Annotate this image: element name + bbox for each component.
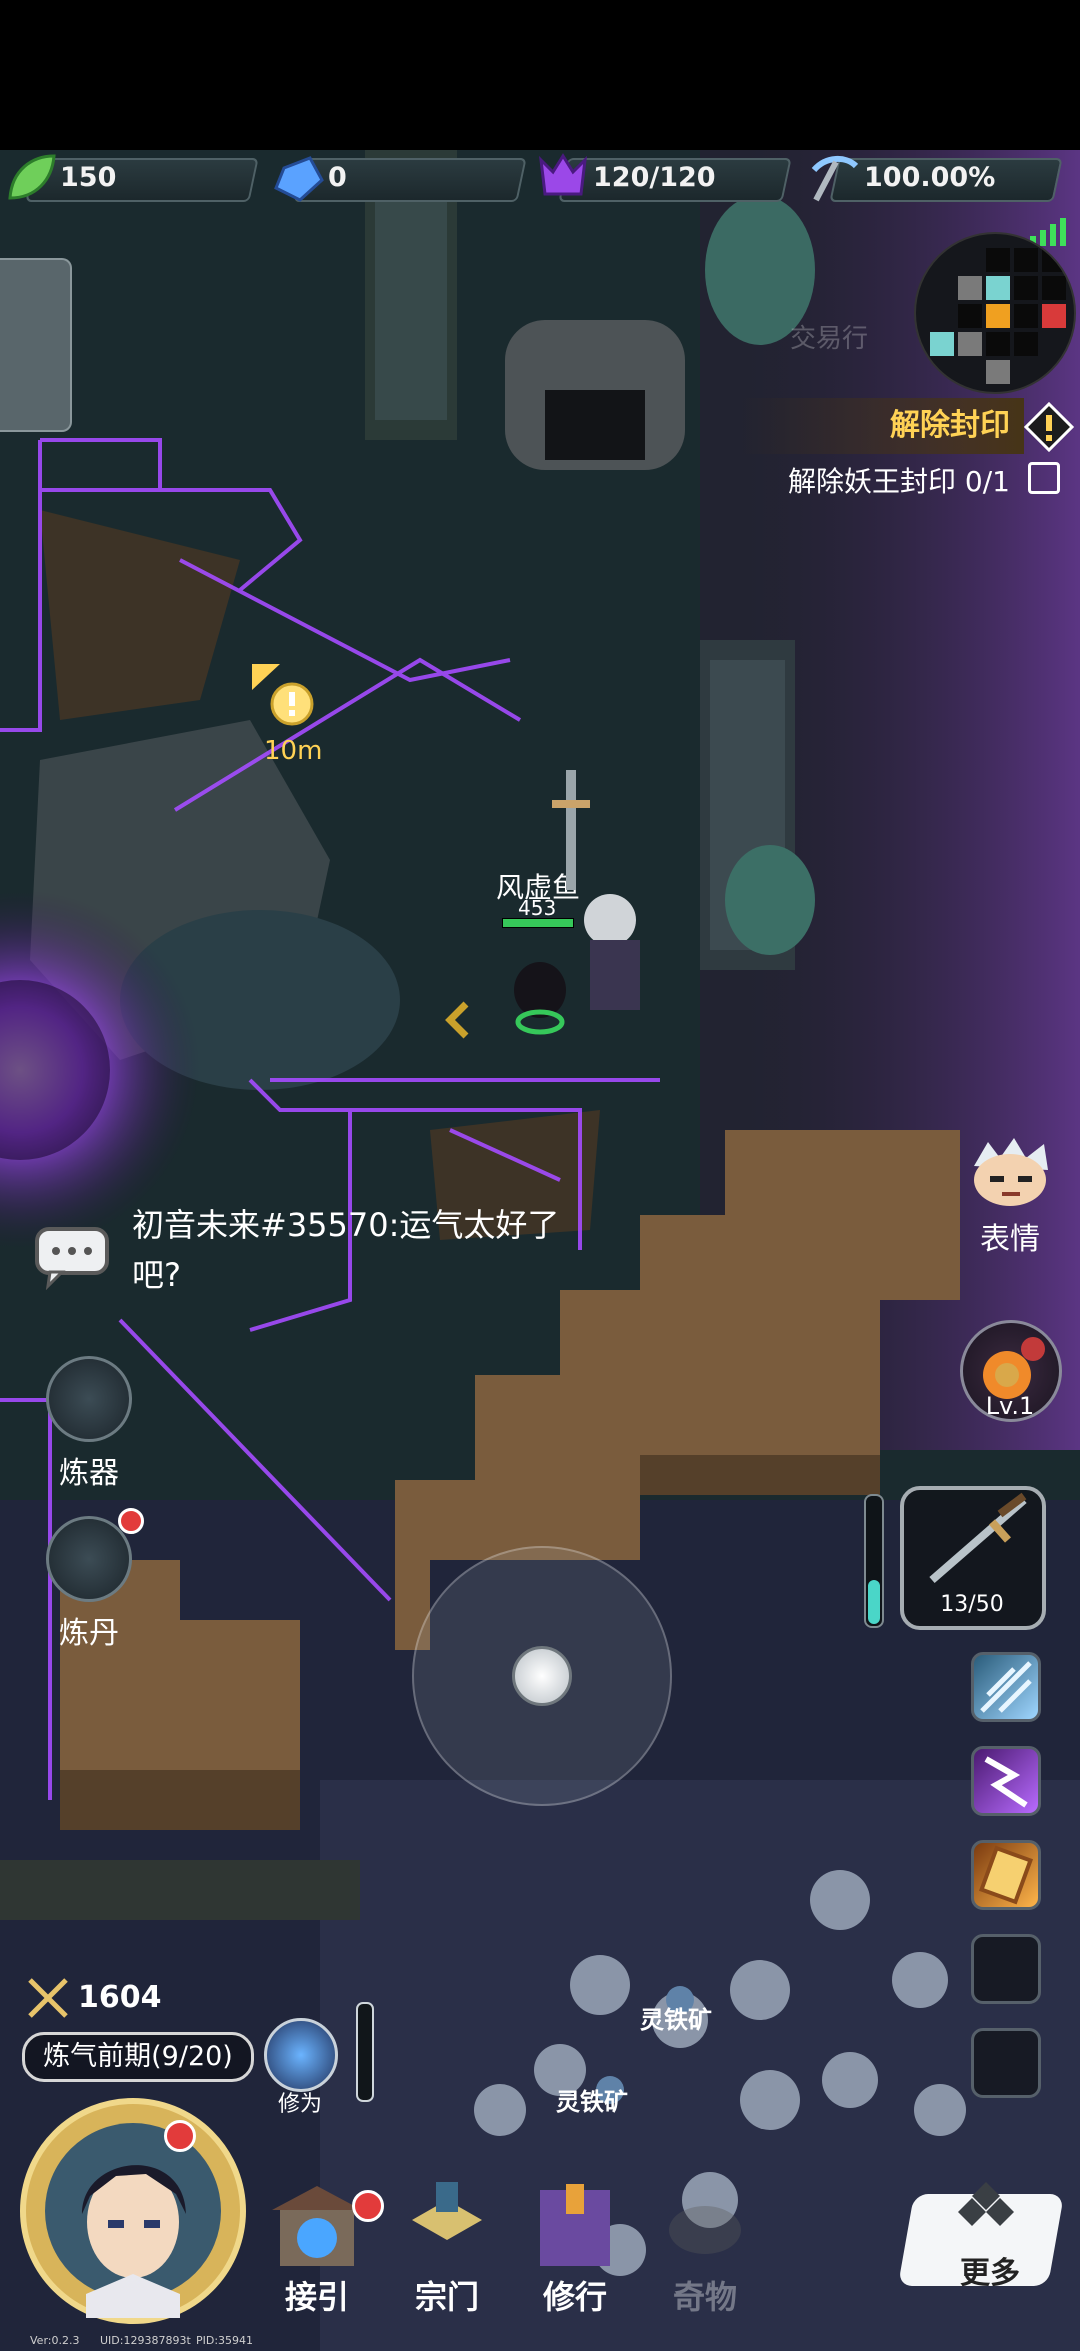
demon-icon [539,153,587,196]
menu-sect-label: 宗门 [414,2278,479,2316]
resource-crystal: 0 [270,150,527,206]
resource-leaf: 150 [2,150,259,206]
menu-summon-label: 接引 [284,2278,349,2316]
waypoint-marker-icon [252,664,314,726]
alchemy-button[interactable]: 炼丹 [44,1516,134,1652]
cultivation-realm: 炼气前期(9/20) [22,2032,254,2082]
quest-checkbox [1028,462,1060,494]
leaf-icon [8,154,56,200]
menu-sect[interactable]: 宗门 [392,2180,502,2316]
more-icon [958,2182,1014,2226]
gourd-level: Lv.1 [985,1392,1035,1420]
training-book-icon [540,2184,610,2266]
quest-title[interactable]: 解除封印 [740,398,1024,454]
summon-shrine-icon [272,2186,362,2266]
resource-leaf-value: 150 [60,162,117,193]
sword-icon [929,1492,1027,1584]
combat-power: 1604 [78,1980,162,2015]
quest-alert-icon [1024,402,1074,452]
waypoint-distance: 10m [264,736,323,766]
resource-pickaxe: 100.00% [806,150,1063,206]
menu-treasures-label: 奇物 [672,2278,737,2316]
refine-weapon-label: 炼器 [59,1456,119,1491]
crystal-icon [274,156,324,202]
talisman-icon [978,1845,1034,1905]
cultivation-orb-button[interactable] [264,2018,338,2092]
menu-training[interactable]: 修行 [520,2180,630,2316]
cauldron-icon [46,1516,132,1602]
left-portal-button[interactable] [0,258,72,432]
menu-treasures[interactable]: 奇物 [650,2180,760,2316]
treasure-icon [669,2206,741,2254]
sect-scroll-icon [412,2182,482,2240]
ore-label: 灵铁矿 [556,2088,628,2116]
chat-bubble-icon[interactable] [34,1226,110,1290]
cultivation-label: 修为 [277,2092,322,2117]
emote-button[interactable] [960,1136,1060,1210]
skill-slot-1[interactable] [971,1652,1041,1722]
skill-slot-3[interactable] [971,1840,1041,1910]
cultivation-gauge [356,2002,374,2102]
skill-slot-2[interactable] [971,1746,1041,1816]
quest-task: 解除妖王封印 0/1 [788,465,1010,498]
minimap[interactable] [914,232,1076,394]
resource-crystal-value: 0 [328,162,347,193]
crossed-swords-icon [28,1978,68,2018]
weapon-durability: 13/50 [940,1592,1004,1617]
trade-button[interactable]: 交易行 [790,318,868,355]
ice-slash-icon [980,1661,1032,1713]
chat-message: 初音未来#35570:运气太好了吧? [132,1206,560,1294]
joystick-knob[interactable] [512,1646,572,1706]
player-avatar[interactable] [20,2098,246,2324]
player-character [514,770,640,1035]
game-screen[interactable]: 150 0 120/120 100.00% 交易行 解除封印 解除妖王封印 0/… [0,0,1080,2351]
emote-label: 表情 [980,1222,1040,1257]
resource-demon-value: 120/120 [593,162,716,193]
resource-pickaxe-value: 100.00% [864,162,996,193]
menu-training-label: 修行 [542,2278,607,2316]
skill-slot-5[interactable] [971,2028,1041,2098]
skill-slot-4[interactable] [971,1934,1041,2004]
direction-arrow-icon [445,1001,469,1039]
summon-notification-dot [352,2190,384,2222]
resource-demon: 120/120 [535,150,792,206]
anvil-icon [46,1356,132,1442]
ore-label: 灵铁矿 [640,2006,712,2034]
version-text: Ver:0.2.3 [30,2334,80,2347]
emote-face-icon [974,1138,1048,1206]
more-label: 更多 [960,2256,1020,2291]
pid-text: PID:35941 [196,2334,254,2347]
uid-text: UID:129387893t [100,2334,191,2347]
energy-gauge-fill [868,1580,880,1624]
minimap-rooms [930,248,1066,384]
energy-gauge [864,1494,884,1628]
alchemy-label: 炼丹 [59,1616,119,1651]
joystick[interactable] [412,1546,672,1806]
world-map [0,0,1080,2351]
avatar-notification-dot [164,2120,196,2152]
alchemy-notification-dot [118,1508,144,1534]
pickaxe-icon [811,156,859,202]
lightning-icon [984,1756,1028,1808]
avatar-portrait [45,2123,221,2318]
refine-weapon-button[interactable]: 炼器 [44,1356,134,1492]
